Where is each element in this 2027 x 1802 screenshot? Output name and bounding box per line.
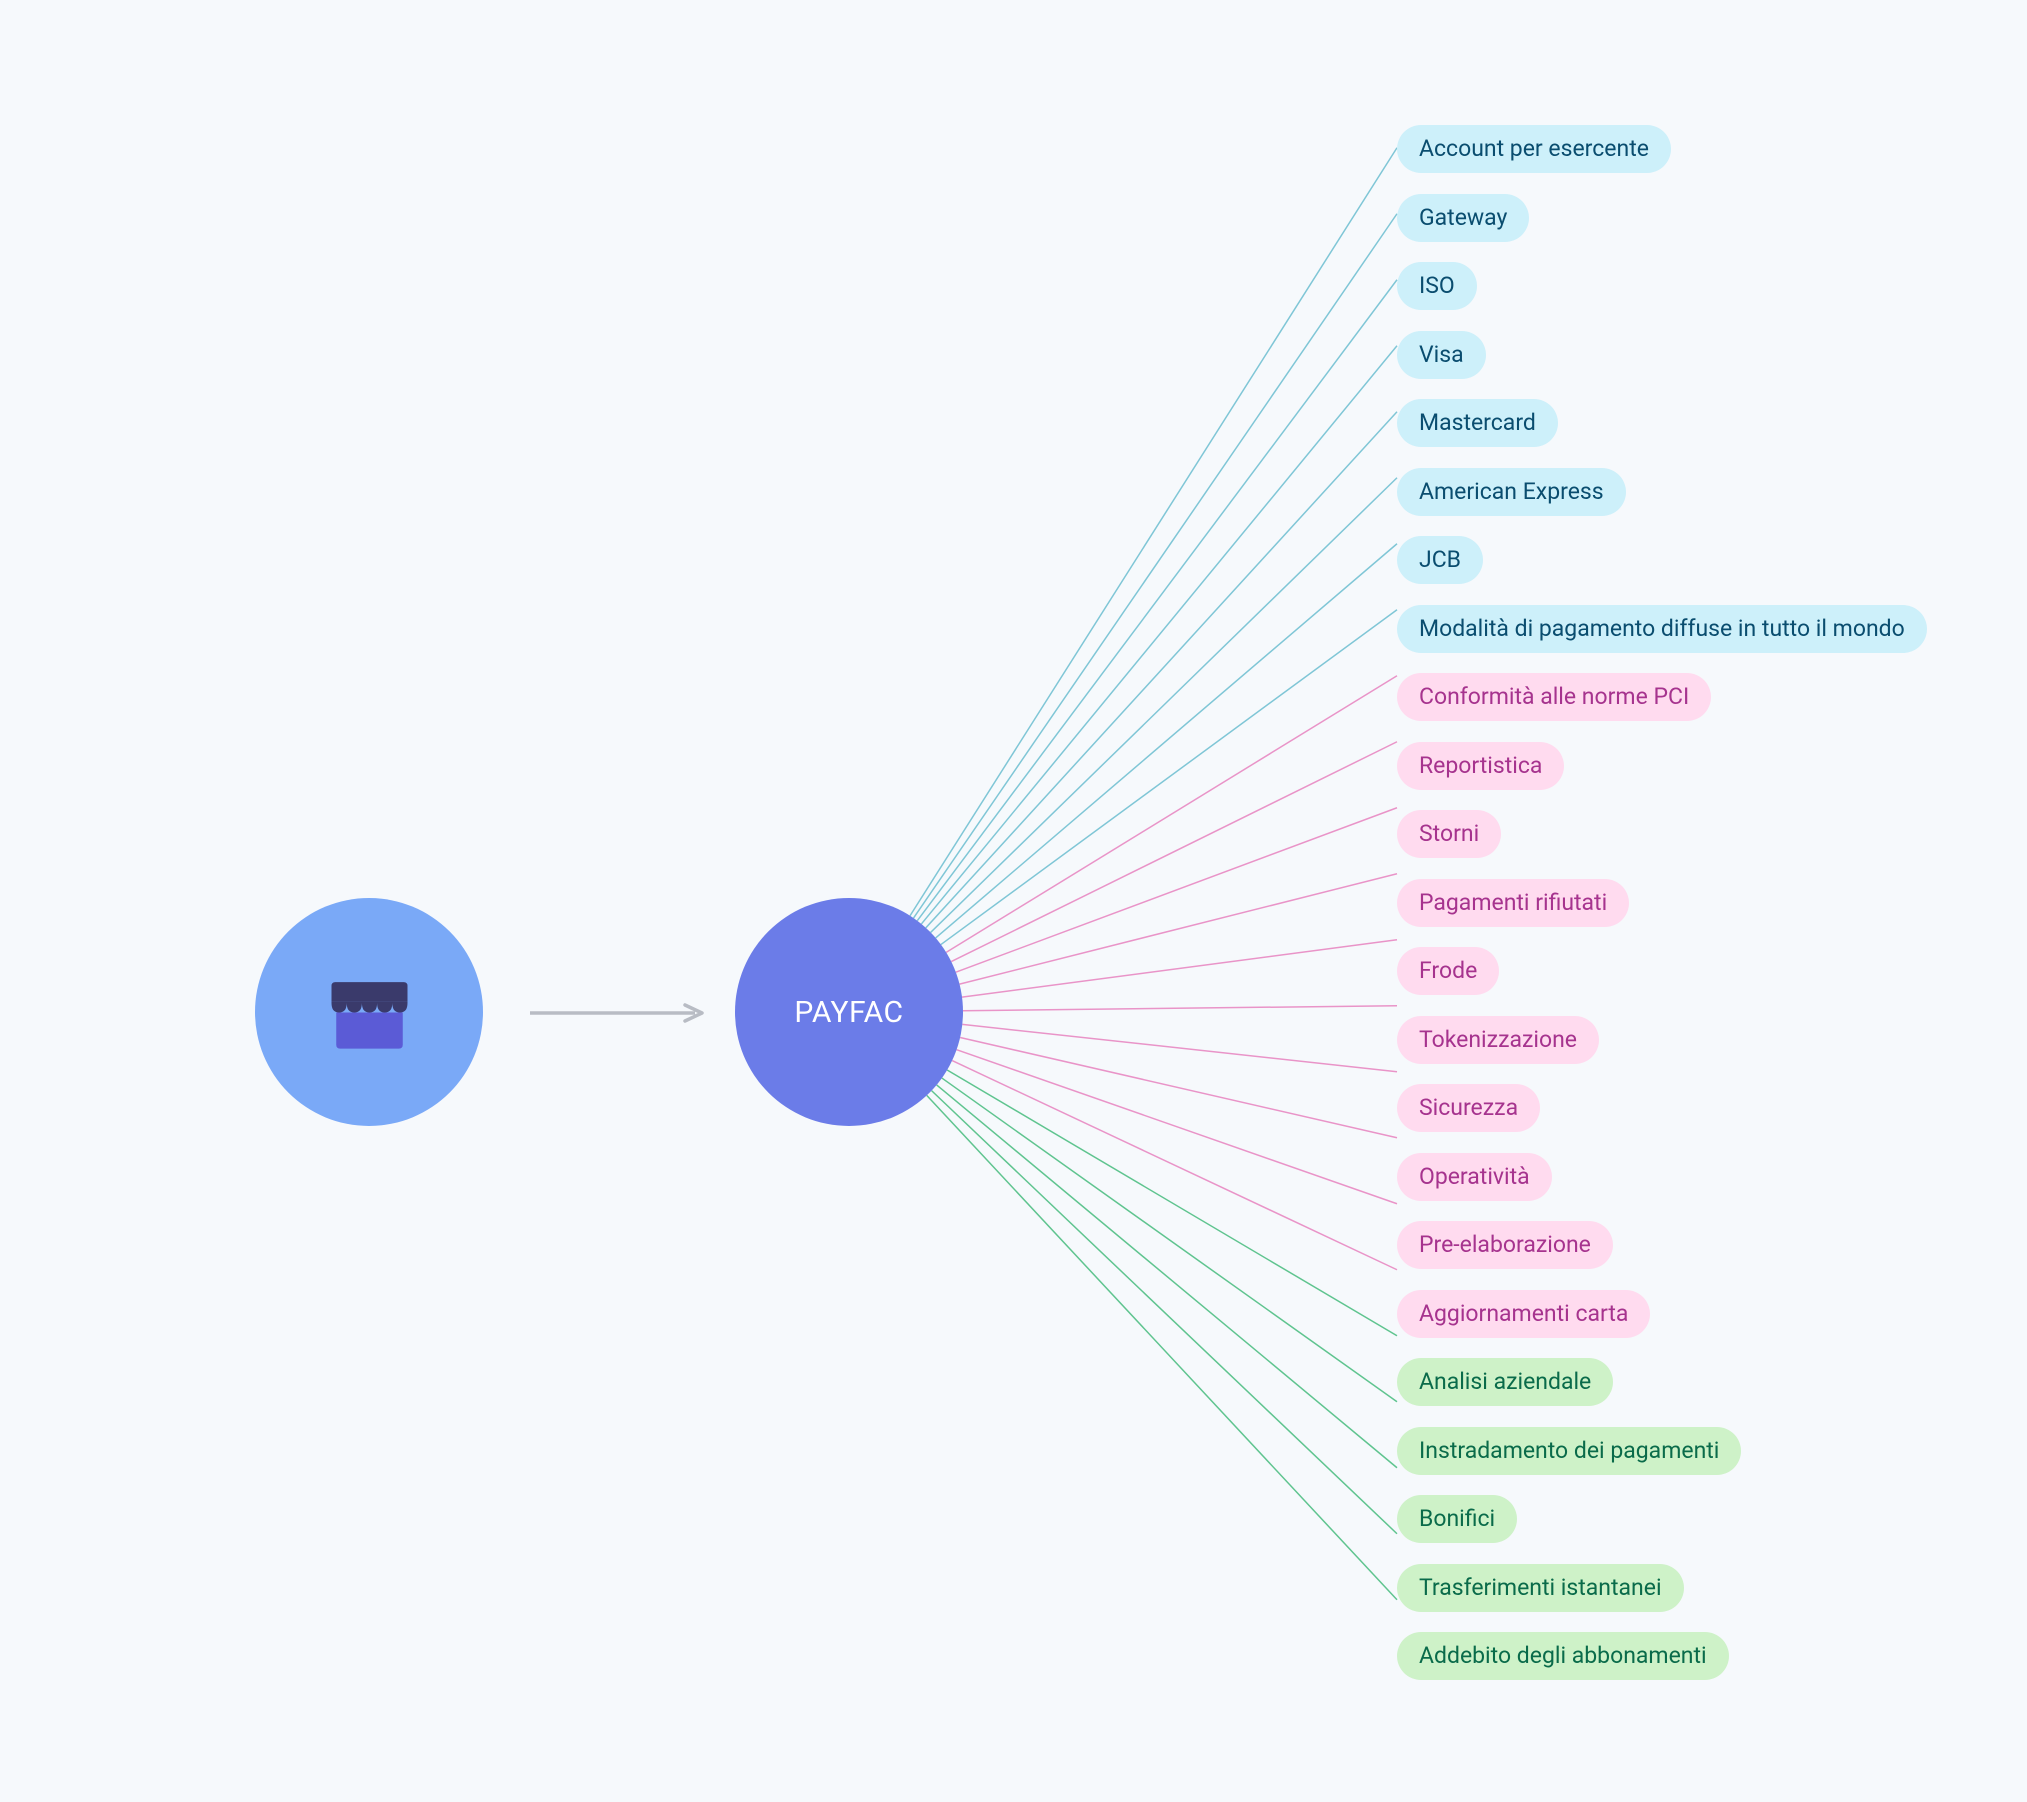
pill-item: American Express [1397,468,1626,516]
pill-item: Instradamento dei pagamenti [1397,1427,1741,1475]
pill-item: Bonifici [1397,1495,1517,1543]
pill-item: Frode [1397,947,1499,995]
payfac-node: PAYFAC [735,898,963,1126]
pill-item: Aggiornamenti carta [1397,1290,1650,1338]
pill-item: Account per esercente [1397,125,1671,173]
pill-item: Tokenizzazione [1397,1016,1599,1064]
pill-item: Trasferimenti istantanei [1397,1564,1684,1612]
payfac-diagram: PAYFAC Account per esercente Gateway ISO Vi… [0,0,2027,1802]
arrow-merchant-to-payfac [530,1003,710,1023]
store-icon [322,965,417,1060]
pill-item: Sicurezza [1397,1084,1540,1132]
pill-item: Gateway [1397,194,1529,242]
pill-item: Pagamenti rifiutati [1397,879,1629,927]
pill-item: Conformità alle norme PCI [1397,673,1711,721]
pill-item: Addebito degli abbonamenti [1397,1632,1729,1680]
pill-item: Analisi aziendale [1397,1358,1613,1406]
pill-item: Pre-elaborazione [1397,1221,1613,1269]
pill-item: Modalità di pagamento diffuse in tutto i… [1397,605,1927,653]
pill-item: Mastercard [1397,399,1558,447]
pill-item: Visa [1397,331,1486,379]
pill-item: Reportistica [1397,742,1564,790]
merchant-node [255,898,483,1126]
pill-item: Storni [1397,810,1501,858]
pill-item: JCB [1397,536,1483,584]
pills-column: Account per esercente Gateway ISO Visa Maste… [1397,125,1927,1680]
pill-item: Operatività [1397,1153,1552,1201]
pill-item: ISO [1397,262,1477,310]
payfac-label: PAYFAC [794,995,903,1030]
